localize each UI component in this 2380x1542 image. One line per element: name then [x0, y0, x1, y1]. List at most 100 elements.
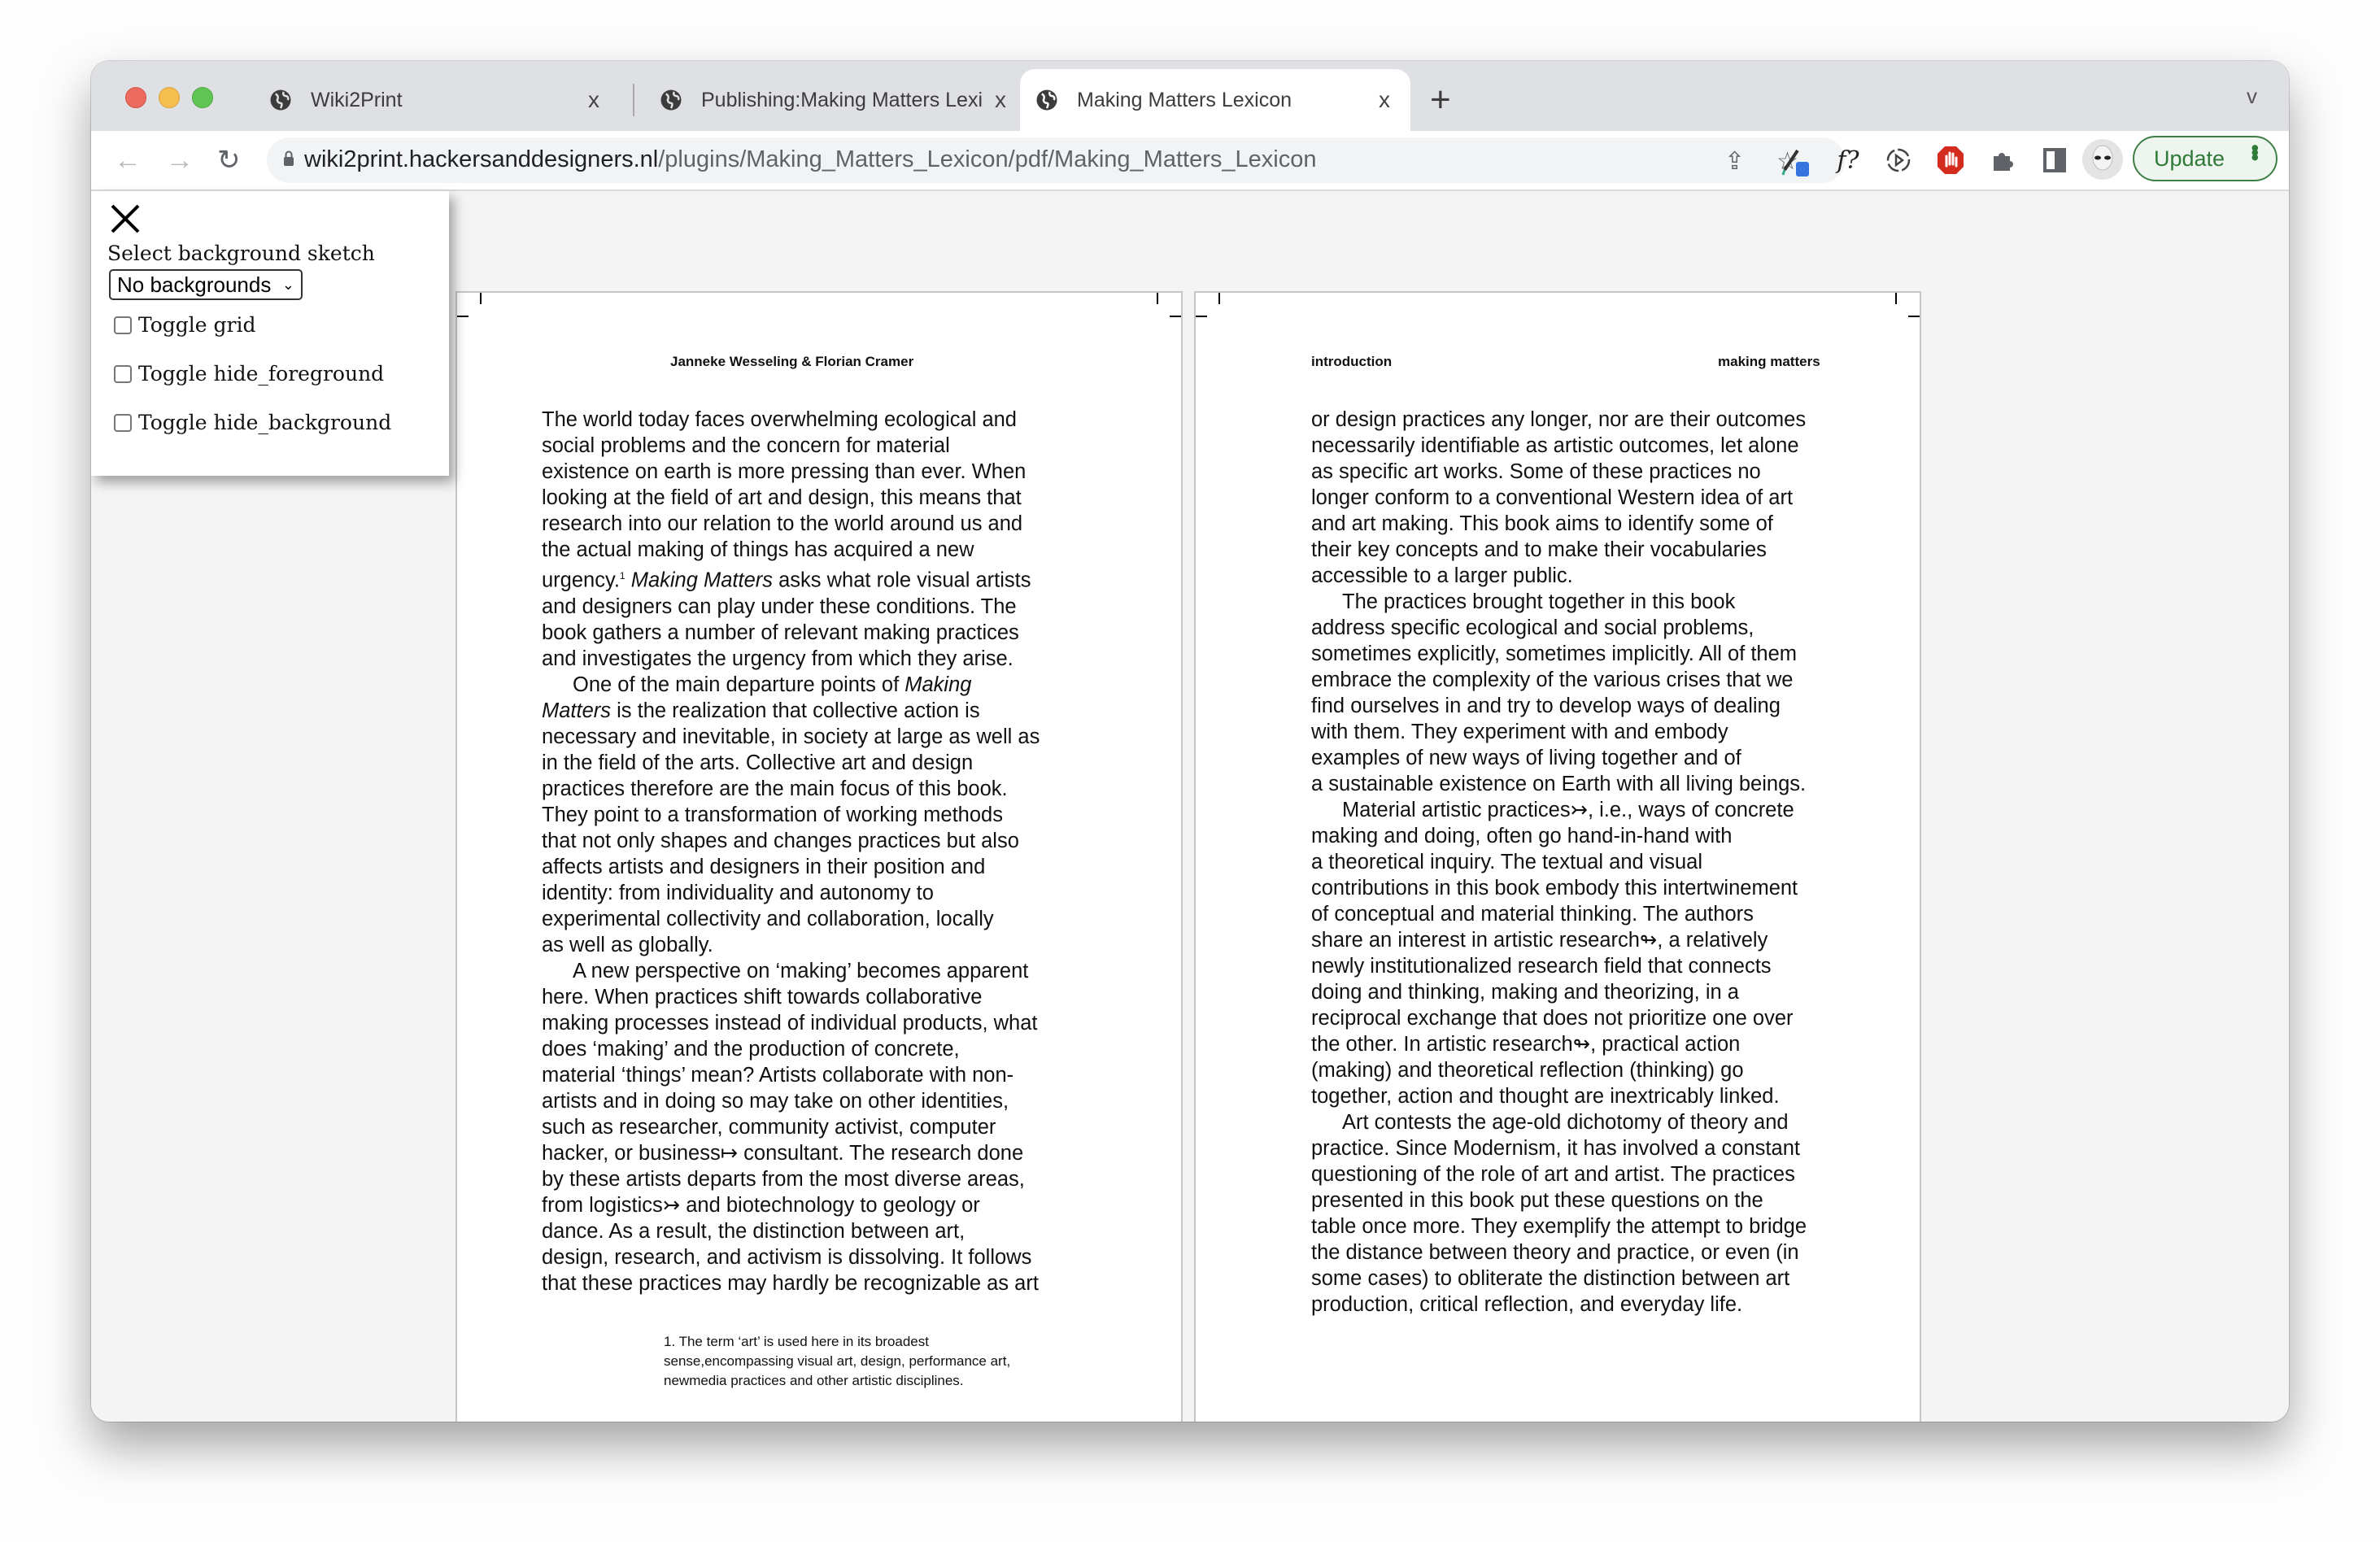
update-label: Update	[2154, 146, 2225, 171]
text-line: here. When practices shift towards colla…	[542, 985, 983, 1008]
background-sketch-panel: Select background sketch No backgrounds …	[91, 191, 449, 476]
url-text[interactable]: wiki2print.hackersanddesigners.nl/plugin…	[304, 146, 1316, 173]
toggle-hide-background-checkbox[interactable]	[114, 413, 132, 432]
lock-icon	[284, 150, 294, 166]
text-line: table once more. They exemplify the atte…	[1311, 1215, 1807, 1238]
adblock-hand-icon[interactable]	[1933, 142, 1968, 178]
zoom-window-button[interactable]	[192, 87, 213, 108]
text-line: Matters is the realization that collecti…	[542, 698, 1079, 724]
select-label: Select background sketch	[107, 242, 375, 265]
tab-wiki2print[interactable]: Wiki2Print x	[254, 69, 620, 131]
tab-title: Making Matters Lexicon	[1077, 88, 1292, 111]
text-line: the distance between theory and practice…	[1311, 1241, 1799, 1264]
crop-mark	[1908, 316, 1920, 317]
text-line: looking at the field of art and design, …	[542, 486, 1022, 509]
eyedropper-icon[interactable]	[1778, 142, 1814, 178]
crop-mark	[480, 293, 482, 304]
text-line: share an interest in artistic research↬,…	[1311, 929, 1768, 952]
checkbox-label: Toggle grid	[138, 313, 256, 337]
text-line: media practices and other artistic disci…	[689, 1373, 964, 1388]
crop-mark	[1218, 293, 1220, 304]
toggle-hide-background[interactable]: Toggle hide_background	[114, 411, 391, 434]
text-line: necessary and inevitable, in society at …	[542, 725, 1040, 748]
text-line: embrace the complexity of the various cr…	[1311, 669, 1794, 691]
running-head: Janneke Wesseling & Florian Cramer	[670, 354, 914, 369]
crop-mark	[1157, 293, 1158, 304]
close-panel-icon[interactable]	[109, 203, 142, 235]
text-line: Art contests the age-old dichotomy of th…	[1342, 1111, 1789, 1134]
sidebar-panel-icon[interactable]	[2037, 142, 2073, 178]
toggle-grid[interactable]: Toggle grid	[114, 313, 255, 337]
reload-button[interactable]: ↻	[217, 144, 241, 176]
close-window-button[interactable]	[125, 87, 146, 108]
back-button[interactable]: ←	[114, 144, 142, 176]
footnote-ref[interactable]: 1	[620, 570, 626, 582]
share-icon[interactable]: ⇪	[1724, 147, 1745, 176]
url-path: /plugins/Making_Matters_Lexicon/pdf/Maki…	[658, 146, 1317, 172]
text-line: One of the main departure points of Maki…	[542, 672, 1079, 698]
close-icon[interactable]: x	[582, 87, 605, 113]
text-line: together, action and thought are inextri…	[1311, 1085, 1780, 1108]
body-text: The world today faces overwhelming ecolo…	[542, 407, 1079, 1296]
text-line: their key concepts and to make their voc…	[1311, 538, 1767, 561]
puzzle-extensions-icon[interactable]	[1985, 142, 2020, 178]
crop-mark	[1895, 293, 1897, 304]
text-line: research into our relation to the world …	[542, 512, 1023, 535]
text-line: newly institutionalized research field t…	[1311, 955, 1772, 978]
text-line: doing and thinking, making and theorizin…	[1311, 981, 1739, 1004]
tab-search-chevron-icon[interactable]: v	[2247, 84, 2257, 109]
text-run: asks what role visual artists	[773, 568, 1031, 592]
globe-icon	[660, 89, 682, 111]
text-line: or design practices any longer, nor are …	[1311, 408, 1807, 431]
text-line: book gathers a number of relevant making…	[542, 621, 1019, 644]
text-line: design, research, and activism is dissol…	[542, 1245, 1032, 1269]
toggle-hide-foreground[interactable]: Toggle hide_foreground	[114, 362, 384, 386]
text-line: They point to a transformation of workin…	[542, 803, 1003, 826]
profile-avatar-icon[interactable]	[2082, 139, 2123, 180]
text-line: making and doing, often go hand-in-hand …	[1311, 825, 1733, 847]
text-line: necessarily identifiable as artistic out…	[1311, 434, 1799, 457]
text-line: production, critical reflection, and eve…	[1311, 1293, 1743, 1316]
toggle-hide-foreground-checkbox[interactable]	[114, 364, 132, 383]
menu-kebab-icon[interactable]: •••	[2243, 144, 2268, 158]
text-line: longer conform to a conventional Western…	[1311, 486, 1794, 509]
tab-bar: Wiki2Print x Publishing:Making Matters L…	[91, 61, 2289, 131]
text-line: of conceptual and material thinking. The…	[1311, 903, 1754, 926]
text-line: Material artistic practices↣, i.e., ways…	[1342, 799, 1794, 821]
tab-separator	[633, 84, 634, 116]
text-line: sometimes explicitly, sometimes implicit…	[1311, 642, 1798, 665]
minimize-window-button[interactable]	[159, 87, 180, 108]
close-icon[interactable]: x	[1373, 87, 1396, 113]
text-line: with them. They experiment with and embo…	[1311, 721, 1728, 743]
toggle-grid-checkbox[interactable]	[114, 316, 132, 334]
forward-button[interactable]: →	[166, 144, 194, 176]
browser-toolbar: ← → ↻ wiki2print.hackersanddesigners.nl/…	[91, 131, 2289, 191]
text-line: affects artists and designers in their p…	[542, 855, 986, 878]
globe-icon	[270, 89, 291, 111]
tab-title: Wiki2Print	[311, 88, 403, 111]
tab-publishing[interactable]: Publishing:Making Matters Lexi x	[644, 69, 1027, 131]
media-play-icon[interactable]	[1881, 142, 1916, 178]
background-sketch-select[interactable]: No backgrounds ⌄	[109, 269, 303, 300]
tab-making-matters-lexicon[interactable]: Making Matters Lexicon x	[1020, 69, 1410, 131]
checkbox-label: Toggle hide_background	[138, 411, 392, 434]
text-line: A new perspective on ‘making’ becomes ap…	[573, 959, 1029, 982]
text-line: (making) and theoretical reflection (thi…	[1311, 1059, 1744, 1082]
font-identifier-icon[interactable]: f?	[1830, 142, 1866, 178]
text-line: such as researcher, community activist, …	[542, 1115, 996, 1139]
book-title: Making	[904, 673, 972, 696]
text-line: does ‘making’ and the production of conc…	[542, 1037, 960, 1061]
page-9: introduction making matters or design pr…	[1194, 291, 1921, 1422]
running-head-title: making matters	[1718, 354, 1820, 369]
tab-title: Publishing:Making Matters Lexi	[701, 88, 983, 111]
update-button[interactable]: Update •••	[2133, 136, 2278, 181]
text-line: The practices brought together in this b…	[1342, 590, 1736, 613]
address-bar[interactable]: wiki2print.hackersanddesigners.nl/plugin…	[267, 137, 1845, 183]
viewport: Janneke Wesseling & Florian Cramer The w…	[91, 191, 2289, 1422]
book-title: Making Matters	[630, 568, 774, 592]
running-head-section: introduction	[1311, 354, 1393, 369]
text-line: urgency.1 Making Matters asks what role …	[542, 563, 1079, 594]
new-tab-button[interactable]: +	[1430, 77, 1451, 123]
text-line: practice. Since Modernism, it has involv…	[1311, 1137, 1800, 1160]
close-icon[interactable]: x	[989, 87, 1012, 113]
